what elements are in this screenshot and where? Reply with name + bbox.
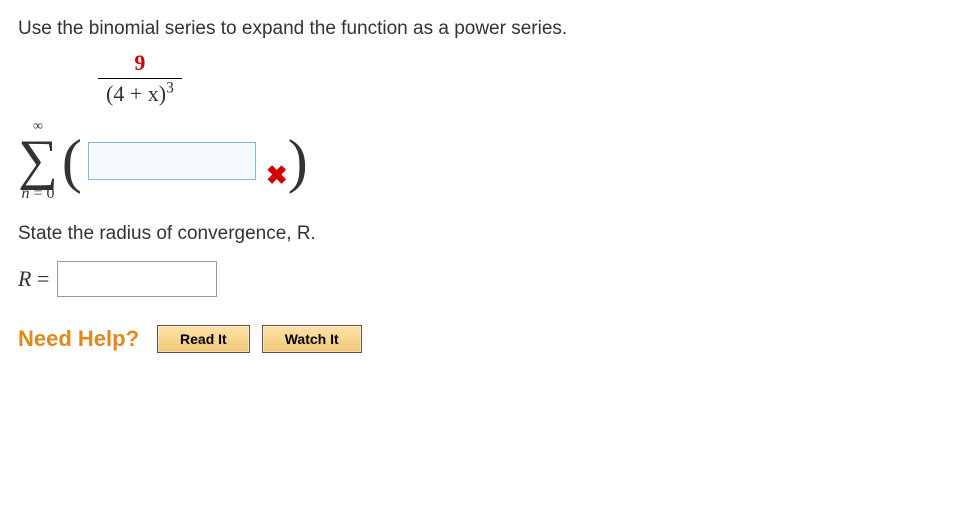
fraction-denominator: (4 + x)3 xyxy=(98,78,182,107)
sigma-lower-eq: = xyxy=(29,185,46,202)
expression-fraction: 9 (4 + x)3 xyxy=(98,50,952,107)
sigma-icon: ∑ xyxy=(18,135,58,185)
sigma-lower-val: 0 xyxy=(46,185,54,202)
sigma-lower-limit: n = 0 xyxy=(21,185,54,203)
radius-label: R = xyxy=(18,266,49,292)
fraction-numerator: 9 xyxy=(98,50,182,78)
radius-prompt: State the radius of convergence, R. xyxy=(18,223,952,245)
radius-row: R = xyxy=(18,261,952,297)
sigma-block: ∞ ∑ n = 0 xyxy=(18,119,58,203)
incorrect-mark-icon: ✖ xyxy=(266,160,288,191)
need-help-label: Need Help? xyxy=(18,326,139,352)
radius-eq: = xyxy=(31,266,49,291)
series-term-input[interactable] xyxy=(88,142,256,180)
watch-it-button[interactable]: Watch It xyxy=(262,325,362,353)
help-row: Need Help? Read It Watch It xyxy=(18,325,952,353)
radius-var: R xyxy=(18,266,31,291)
summation-expression: ∞ ∑ n = 0 ( ✖ ) xyxy=(18,119,952,203)
paren-close: ) xyxy=(288,131,308,191)
paren-open: ( xyxy=(62,131,82,191)
denominator-exponent: 3 xyxy=(166,80,174,97)
denominator-base: (4 + x) xyxy=(106,81,166,106)
radius-input[interactable] xyxy=(57,261,217,297)
question-prompt: Use the binomial series to expand the fu… xyxy=(18,18,952,40)
read-it-button[interactable]: Read It xyxy=(157,325,250,353)
